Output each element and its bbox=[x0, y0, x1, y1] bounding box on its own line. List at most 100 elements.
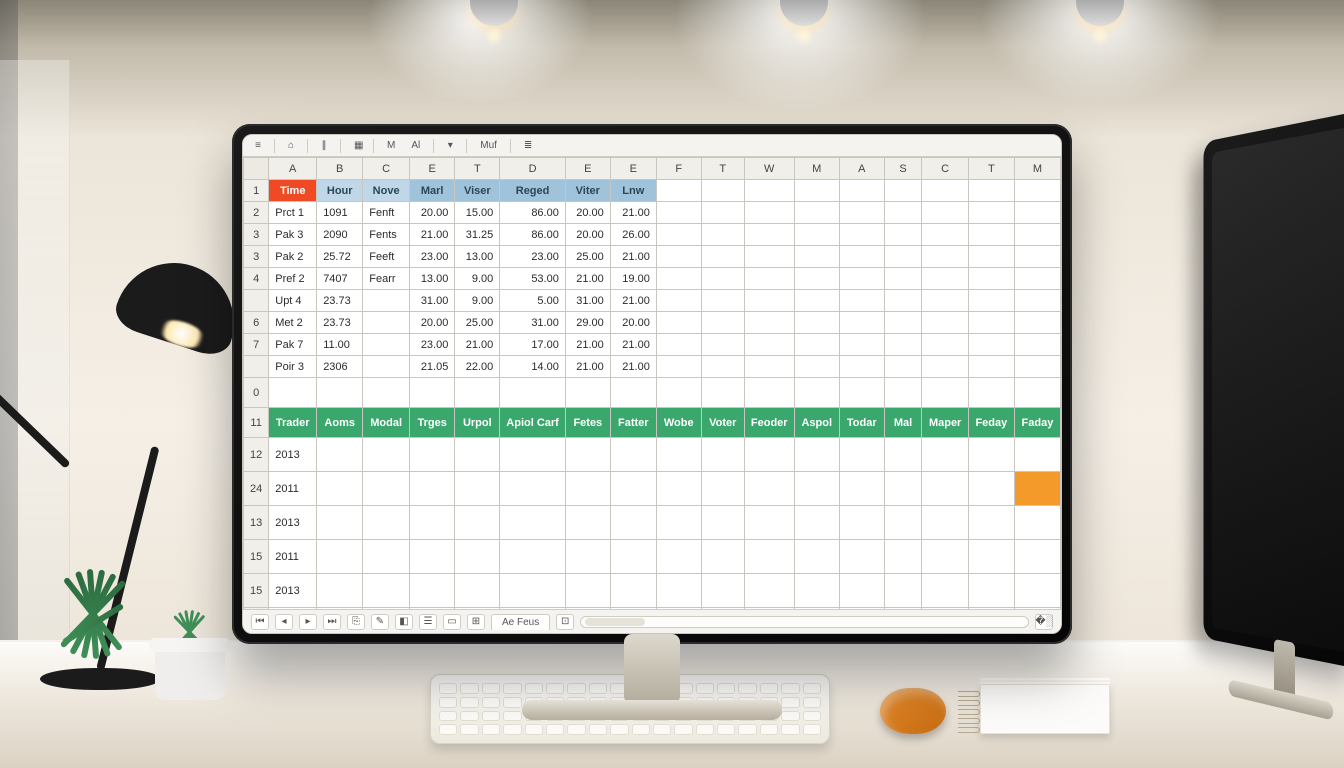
row-header[interactable]: 3 bbox=[244, 224, 269, 246]
cell[interactable] bbox=[317, 472, 363, 506]
cell[interactable] bbox=[839, 202, 884, 224]
cell[interactable] bbox=[565, 540, 610, 574]
cell[interactable] bbox=[922, 268, 968, 290]
cell[interactable]: 26.00 bbox=[610, 224, 656, 246]
cell[interactable] bbox=[884, 224, 922, 246]
cell[interactable] bbox=[968, 334, 1014, 356]
grid-icon[interactable]: ▦ bbox=[348, 138, 366, 154]
cell[interactable]: 20.00 bbox=[610, 312, 656, 334]
cell[interactable] bbox=[1014, 312, 1060, 334]
cell[interactable] bbox=[500, 574, 566, 608]
cell[interactable] bbox=[1014, 246, 1060, 268]
table1-header-cell[interactable]: Viter bbox=[565, 180, 610, 202]
cell[interactable] bbox=[839, 268, 884, 290]
row-header[interactable]: 24 bbox=[244, 472, 269, 506]
status-icon[interactable]: ⊞ bbox=[467, 614, 485, 630]
cell[interactable] bbox=[410, 506, 455, 540]
table1-header-cell[interactable]: Nove bbox=[363, 180, 410, 202]
cell[interactable]: 23.00 bbox=[500, 246, 566, 268]
table1-header-cell[interactable]: Lnw bbox=[610, 180, 656, 202]
cell[interactable]: 21.00 bbox=[565, 356, 610, 378]
cell[interactable]: Pak 7 bbox=[269, 334, 317, 356]
cell[interactable] bbox=[839, 246, 884, 268]
table2-header-cell[interactable]: Apiol Carf bbox=[500, 408, 566, 438]
table2-header-cell[interactable]: Urpol bbox=[455, 408, 500, 438]
cell[interactable] bbox=[884, 180, 922, 202]
cell[interactable] bbox=[884, 574, 922, 608]
cell[interactable] bbox=[884, 268, 922, 290]
menu-icon[interactable]: ≡ bbox=[249, 138, 267, 154]
column-header[interactable]: S bbox=[884, 158, 922, 180]
status-icon[interactable]: ◧ bbox=[395, 614, 413, 630]
cell[interactable] bbox=[794, 268, 839, 290]
cell[interactable] bbox=[744, 506, 794, 540]
table2-header-cell[interactable]: Fatter bbox=[610, 408, 656, 438]
cell[interactable] bbox=[701, 334, 744, 356]
cell[interactable] bbox=[455, 438, 500, 472]
cell[interactable] bbox=[701, 246, 744, 268]
cell[interactable]: 20.00 bbox=[410, 202, 455, 224]
cell[interactable]: 13.00 bbox=[410, 268, 455, 290]
table1-header-cell[interactable]: Viser bbox=[455, 180, 500, 202]
cell[interactable]: 2090 bbox=[317, 224, 363, 246]
cell[interactable] bbox=[701, 224, 744, 246]
cell[interactable] bbox=[610, 472, 656, 506]
status-icon[interactable]: ▭ bbox=[443, 614, 461, 630]
cell[interactable] bbox=[884, 334, 922, 356]
cell[interactable] bbox=[922, 334, 968, 356]
row-header[interactable]: 15 bbox=[244, 574, 269, 608]
cell[interactable] bbox=[884, 378, 922, 408]
cell[interactable] bbox=[656, 334, 701, 356]
cell[interactable] bbox=[317, 540, 363, 574]
cell[interactable] bbox=[744, 268, 794, 290]
cell[interactable] bbox=[1014, 334, 1060, 356]
cell[interactable] bbox=[1014, 540, 1060, 574]
cell[interactable]: Poir 3 bbox=[269, 356, 317, 378]
cell[interactable]: 23.00 bbox=[410, 246, 455, 268]
cell[interactable] bbox=[656, 224, 701, 246]
column-header[interactable]: F bbox=[656, 158, 701, 180]
sheet-nav-button[interactable]: ◂ bbox=[275, 614, 293, 630]
cell[interactable] bbox=[455, 540, 500, 574]
column-header[interactable]: A bbox=[269, 158, 317, 180]
table2-header-cell[interactable]: Todar bbox=[839, 408, 884, 438]
cell[interactable] bbox=[839, 290, 884, 312]
horizontal-scrollbar[interactable] bbox=[580, 616, 1029, 628]
cell[interactable] bbox=[884, 290, 922, 312]
cell[interactable] bbox=[922, 246, 968, 268]
cell[interactable]: 53.00 bbox=[500, 268, 566, 290]
table2-header-cell[interactable]: Faday bbox=[1014, 408, 1060, 438]
cell[interactable] bbox=[410, 378, 455, 408]
table2-header-cell[interactable]: Mal bbox=[884, 408, 922, 438]
table2-header-cell[interactable]: Feday bbox=[968, 408, 1014, 438]
cell[interactable]: 86.00 bbox=[500, 202, 566, 224]
btn-muf[interactable]: Muf bbox=[474, 138, 503, 154]
cell[interactable] bbox=[744, 438, 794, 472]
cell[interactable] bbox=[922, 438, 968, 472]
cell[interactable]: 21.00 bbox=[610, 290, 656, 312]
cell[interactable] bbox=[363, 506, 410, 540]
cell[interactable] bbox=[922, 202, 968, 224]
sheet-nav-button[interactable]: ⏭ bbox=[323, 614, 341, 630]
cell[interactable] bbox=[317, 574, 363, 608]
cell[interactable] bbox=[565, 378, 610, 408]
column-header[interactable]: T bbox=[455, 158, 500, 180]
table2-header-cell[interactable]: Maper bbox=[922, 408, 968, 438]
cell[interactable]: 9.00 bbox=[455, 268, 500, 290]
cell[interactable] bbox=[922, 472, 968, 506]
column-header[interactable]: B bbox=[317, 158, 363, 180]
row-header[interactable]: 4 bbox=[244, 268, 269, 290]
cell[interactable]: Met 2 bbox=[269, 312, 317, 334]
cell[interactable]: 2013 bbox=[269, 438, 317, 472]
cell[interactable] bbox=[968, 506, 1014, 540]
cell[interactable] bbox=[922, 180, 968, 202]
cell[interactable] bbox=[565, 472, 610, 506]
cell[interactable] bbox=[744, 472, 794, 506]
sheet-nav-button[interactable]: ⏮ bbox=[251, 614, 269, 630]
spreadsheet-grid[interactable]: ABCETDEEFTWMASCTM1TimeHourNoveMarlViserR… bbox=[243, 157, 1061, 609]
cell[interactable] bbox=[1014, 224, 1060, 246]
cell[interactable]: 21.00 bbox=[565, 268, 610, 290]
cell[interactable] bbox=[794, 290, 839, 312]
row-header[interactable]: 2 bbox=[244, 202, 269, 224]
cell[interactable] bbox=[701, 472, 744, 506]
